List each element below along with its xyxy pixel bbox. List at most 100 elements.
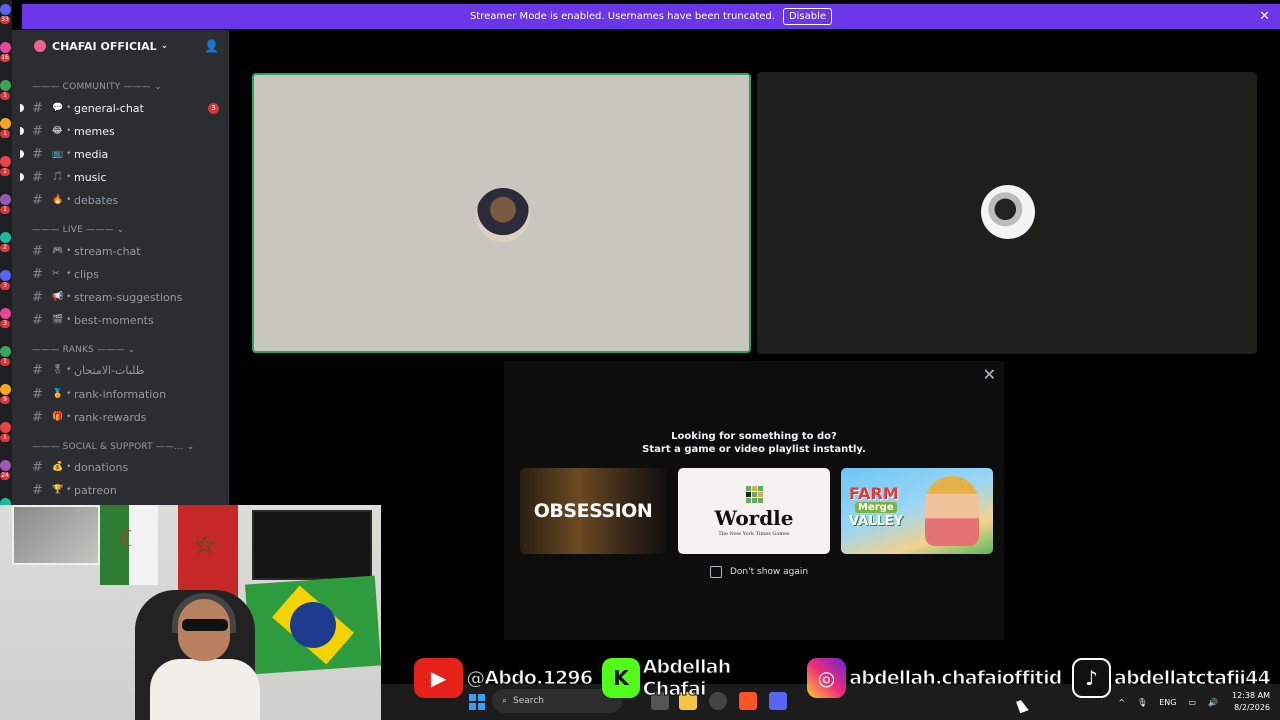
channel-emoji-icon: 🎬 xyxy=(52,315,64,325)
separator-dot: • xyxy=(66,389,72,399)
wordle-icon xyxy=(745,485,763,503)
hash-icon: # xyxy=(32,482,43,498)
separator-dot: • xyxy=(66,292,72,302)
dont-show-again-option[interactable]: Don't show again xyxy=(710,566,808,578)
checkbox[interactable] xyxy=(710,566,722,578)
server-icon[interactable] xyxy=(0,270,11,281)
channel-item[interactable]: # 🎖 • طلبات-الامتحان xyxy=(32,360,222,380)
unread-indicator xyxy=(20,104,24,112)
category-label: RANKS xyxy=(62,345,95,355)
channel-emoji-icon: 😂 xyxy=(52,126,63,136)
game-subtitle: The New York Times Games xyxy=(718,530,790,537)
headset xyxy=(172,593,236,633)
channel-emoji-icon: 📢 xyxy=(52,292,64,302)
channel-emoji-icon: 🎮 xyxy=(52,246,64,256)
channel-name: debates xyxy=(74,193,119,207)
channel-item[interactable]: # 📺 • media xyxy=(20,144,222,164)
guild-header[interactable]: CHAFAI OFFICIAL ⌄ 👤 xyxy=(12,30,229,62)
television xyxy=(252,510,372,580)
activity-suggestion-panel: ✕ Looking for something to do? Start a g… xyxy=(504,361,1004,640)
disable-button[interactable]: Disable xyxy=(782,8,833,25)
hash-icon: # xyxy=(32,243,43,259)
avatar xyxy=(981,185,1035,239)
game-card-farm-merge-valley[interactable]: FARM Merge VALLEY xyxy=(841,468,993,554)
category-community[interactable]: ——— COMMUNITY ——— ⌄ xyxy=(32,82,162,92)
youtube-icon: ▶ xyxy=(414,658,464,698)
server-icon[interactable] xyxy=(0,384,11,395)
channel-item[interactable]: # 📢 • stream-suggestions xyxy=(32,287,222,307)
server-mention-badge: 1 xyxy=(0,92,10,100)
channel-item[interactable]: # 💬 • general-chat 3 xyxy=(20,98,222,118)
channel-sidebar: CHAFAI OFFICIAL ⌄ 👤 ——— COMMUNITY ——— ⌄ … xyxy=(12,30,229,505)
server-icon[interactable] xyxy=(0,194,11,205)
tiktok-handle: abdellatctafii44 xyxy=(1114,667,1272,690)
channel-emoji-icon: 🏆 xyxy=(52,485,64,495)
server-mention-badge: 1 xyxy=(0,358,10,366)
server-icon[interactable] xyxy=(0,346,11,357)
channel-name: memes xyxy=(74,124,115,138)
channel-item[interactable]: # 💰 • donations xyxy=(32,457,222,477)
server-icon[interactable] xyxy=(0,80,11,91)
channel-item[interactable]: # 🎬 • best-moments xyxy=(32,310,222,330)
server-mention-badge: 16 xyxy=(0,54,10,62)
game-title: FARM xyxy=(849,484,899,503)
game-title-secondary: Merge xyxy=(855,502,897,513)
streamer-body xyxy=(150,659,260,720)
server-icon[interactable] xyxy=(0,42,11,53)
channel-name: patreon xyxy=(74,483,117,497)
hash-icon: # xyxy=(32,409,43,425)
hash-icon: # xyxy=(32,386,43,402)
server-mention-badge: 1 xyxy=(0,168,10,176)
kick-icon: K xyxy=(602,658,640,698)
channel-name: donations xyxy=(74,460,129,474)
channel-name: stream-chat xyxy=(74,244,141,258)
category-ranks[interactable]: ——— RANKS ——— ⌄ xyxy=(32,345,136,355)
mention-badge: 3 xyxy=(208,102,219,114)
game-card-wordle[interactable]: Wordle The New York Times Games xyxy=(678,468,830,554)
channel-name: طلبات-الامتحان xyxy=(74,363,145,377)
add-member-icon[interactable]: 👤 xyxy=(204,39,219,53)
activity-title: Looking for something to do? xyxy=(671,431,837,442)
youtube-handle: @Abdo.1296 xyxy=(466,667,594,690)
separator-dot: • xyxy=(66,149,72,159)
game-title: OBSESSION xyxy=(533,500,653,522)
separator-dot: • xyxy=(66,462,72,472)
channel-emoji-icon: 🏅 xyxy=(52,389,64,399)
channel-name: music xyxy=(74,170,107,184)
server-icon[interactable] xyxy=(0,4,11,15)
server-icon[interactable] xyxy=(0,118,11,129)
close-icon[interactable]: ✕ xyxy=(983,365,996,384)
channel-item[interactable]: # 🔥 • debates xyxy=(32,190,222,210)
server-icon[interactable] xyxy=(0,308,11,319)
channel-item[interactable]: # 😂 • memes xyxy=(20,121,222,141)
video-tile-speaking[interactable] xyxy=(252,73,751,353)
channel-item[interactable]: # 🎁 • rank-rewards xyxy=(32,407,222,427)
server-icon[interactable] xyxy=(0,156,11,167)
streamer xyxy=(150,593,260,720)
category-label: COMMUNITY xyxy=(62,82,121,92)
channel-item[interactable]: # 🏆 • patreon xyxy=(32,480,222,500)
game-title: Wordle xyxy=(714,505,794,530)
channel-emoji-icon: 📺 xyxy=(52,149,64,159)
screen: 331611112331912419916325 Streamer Mode i… xyxy=(0,0,1280,720)
channel-item[interactable]: # 🎮 • stream-chat xyxy=(32,241,222,261)
server-icon[interactable] xyxy=(0,422,11,433)
server-icon[interactable] xyxy=(0,232,11,243)
close-icon[interactable]: ✕ xyxy=(1259,9,1270,24)
separator-dot: • xyxy=(66,365,72,375)
video-tile[interactable] xyxy=(757,72,1257,354)
channel-item[interactable]: # 🎵 • music xyxy=(20,167,222,187)
category-social[interactable]: ——— SOCIAL & SUPPORT ——... ⌄ xyxy=(32,442,194,452)
game-card-obsession[interactable]: OBSESSION xyxy=(520,468,666,554)
server-mention-badge: 1 xyxy=(0,434,10,442)
channel-item[interactable]: # ✂ • clips xyxy=(32,264,222,284)
banner-message: Streamer Mode is enabled. Usernames have… xyxy=(469,11,775,22)
channel-name: best-moments xyxy=(74,313,154,327)
chevron-down-icon: ⌄ xyxy=(160,41,169,51)
channel-item[interactable]: # 🏅 • rank-information xyxy=(32,384,222,404)
channel-name: stream-suggestions xyxy=(74,290,183,304)
webcam-overlay xyxy=(0,505,381,720)
server-icon[interactable] xyxy=(0,460,11,471)
category-live[interactable]: ——— LIVE ——— ⌄ xyxy=(32,225,124,235)
tiktok-icon: ♪ xyxy=(1071,658,1112,698)
